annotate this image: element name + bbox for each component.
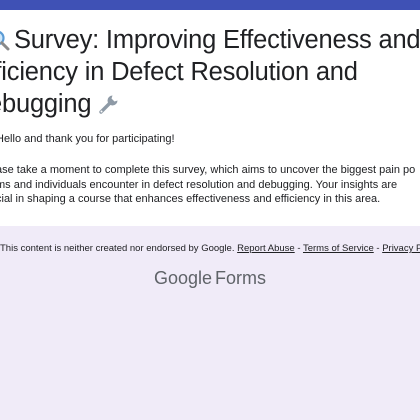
footer-separator: -: [297, 243, 301, 254]
title-line-3: ebugging: [0, 90, 92, 118]
form-header-card: Survey: Improving Effectiveness and ffic…: [0, 0, 420, 226]
title-line-2: fficiency in Defect Resolution and: [0, 58, 358, 86]
description-line-3: cial in shaping a course that enhances e…: [0, 193, 381, 205]
form-description: ase take a moment to complete this surve…: [0, 163, 420, 207]
forms-wordmark: Forms: [215, 268, 267, 288]
description-line-1: ase take a moment to complete this surve…: [0, 164, 416, 176]
disclaimer-text: This content is neither created nor endo…: [0, 243, 235, 254]
form-title: Survey: Improving Effectiveness and ffic…: [0, 24, 420, 120]
google-wordmark: Google: [153, 268, 213, 288]
wrench-icon: [99, 95, 118, 114]
terms-of-service-link[interactable]: Terms of Service: [303, 243, 374, 254]
description-line-2: ms and individuals encounter in defect r…: [0, 178, 398, 191]
google-forms-logo[interactable]: Google Forms: [0, 268, 420, 289]
accent-bar: [0, 0, 420, 10]
report-abuse-link[interactable]: Report Abuse: [237, 243, 295, 254]
greeting-text: Hello and thank you for participating!: [0, 133, 175, 145]
magnifying-glass-icon: [0, 31, 10, 51]
footer-separator: -: [376, 243, 380, 254]
title-line-1: Survey: Improving Effectiveness and: [14, 26, 420, 54]
footer-disclaimer: This content is neither created nor endo…: [0, 243, 420, 254]
privacy-policy-link[interactable]: Privacy Policy: [382, 243, 420, 254]
